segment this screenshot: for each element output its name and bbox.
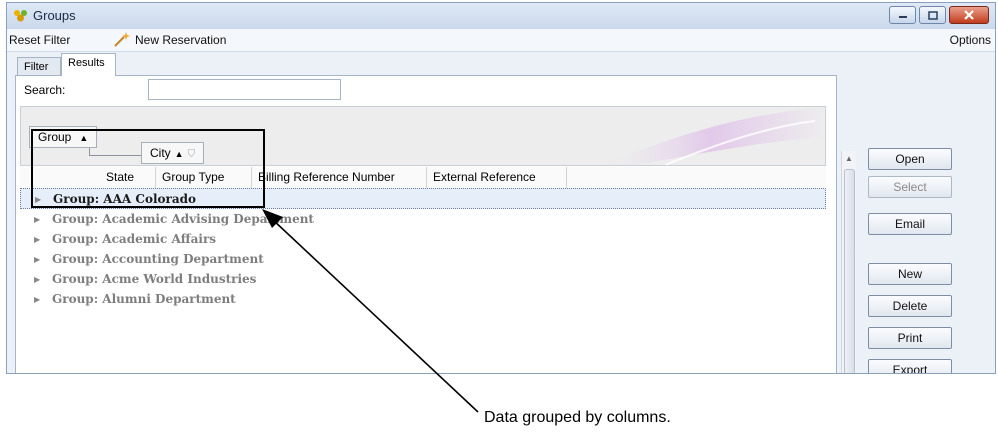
callout-arrow bbox=[262, 209, 479, 413]
tab-results[interactable]: Results bbox=[61, 53, 116, 76]
callout-text: Data grouped by columns. bbox=[484, 409, 671, 426]
